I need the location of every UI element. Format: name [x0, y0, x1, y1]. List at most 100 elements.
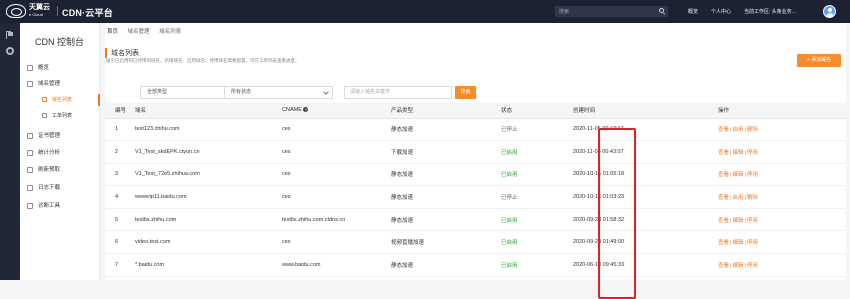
- sidebar-item-statistics[interactable]: 统计分析: [20, 145, 100, 161]
- header-links: 概览 个人中心 当前工作区: 头条业务…: [688, 8, 797, 15]
- row-action-link[interactable]: 编辑: [732, 263, 743, 269]
- row-actions: 查看|编辑|停用: [718, 230, 846, 255]
- table-row: 3 V1_Test_72e5.zhihua.com ces 静态加速 已启用 2020-1…: [105, 163, 846, 187]
- status-select[interactable]: 所有状态: [224, 86, 333, 99]
- domain-name: wwwvip11.baidu.com: [135, 185, 282, 209]
- header-link-workspace[interactable]: 当前工作区: 头条业务…: [744, 8, 797, 15]
- breadcrumb: 首页 域名管理 域名列表: [107, 27, 189, 35]
- download-icon: [27, 185, 33, 191]
- row-action-link[interactable]: 停用: [747, 150, 758, 156]
- add-domain-button[interactable]: + 添加域名: [797, 54, 841, 67]
- column-header-number: 编号: [105, 103, 135, 119]
- row-number: 1: [105, 118, 135, 142]
- row-action-link[interactable]: 启用: [732, 127, 743, 133]
- created-time: 2020-06-19 09:45:33: [573, 253, 718, 277]
- status-badge: 已启用: [501, 230, 573, 255]
- row-action-link[interactable]: 停用: [747, 172, 758, 178]
- flag-icon[interactable]: [6, 31, 13, 39]
- filter-bar: 全部类型 所有状态 请输入域名关键字 搜索: [105, 86, 625, 99]
- created-time: 2020-11-05 00:43:07: [573, 118, 718, 142]
- row-action-link[interactable]: 查看: [718, 240, 729, 246]
- logo-en-text: e Cloud: [29, 12, 43, 17]
- domain-name: testbs.zhihu.com: [135, 208, 282, 232]
- search-placeholder: 搜索: [559, 9, 570, 15]
- created-time: 2020-10-15 01:03:23: [573, 185, 718, 209]
- domain-keyword-input[interactable]: 请输入域名关键字: [344, 86, 452, 99]
- row-action-link[interactable]: 查看: [718, 127, 729, 133]
- row-action-link[interactable]: 停用: [747, 240, 758, 246]
- created-time: 2020-09-24 01:49:00: [573, 230, 718, 255]
- table-header-row: 编号 域名 CNAME ? 产品类型 状态 创建时间 操作: [105, 103, 846, 119]
- header-link-overview[interactable]: 概览: [688, 8, 698, 15]
- breadcrumb-domain-management[interactable]: 域名管理: [128, 29, 150, 35]
- table-row: 7 *.baidu.com www.baidu.com 静态加速 已启用 2020-06-…: [105, 253, 846, 277]
- logo-cn-text: 天翼云: [29, 4, 50, 11]
- help-icon[interactable]: ?: [303, 107, 309, 113]
- status-badge: 已停止: [501, 185, 573, 209]
- sidebar-item-log-download[interactable]: 日志下载: [20, 180, 100, 196]
- row-action-link[interactable]: 查看: [718, 218, 729, 224]
- avatar[interactable]: [823, 5, 836, 18]
- separator: |: [744, 195, 746, 202]
- column-header-domain: 域名: [135, 103, 282, 119]
- row-action-link[interactable]: 查看: [718, 150, 729, 156]
- table-row: 6 video.test.com ces 视频直播加速 已启用 2020-09-24 01…: [105, 230, 846, 255]
- sidebar-item-certificates[interactable]: 证书管理: [20, 128, 100, 144]
- separator: |: [744, 127, 746, 134]
- row-action-link[interactable]: 查看: [718, 263, 729, 269]
- search-icon[interactable]: [659, 8, 664, 13]
- platform-title[interactable]: CDN·云平台: [62, 6, 113, 19]
- global-search-input[interactable]: 搜索: [555, 6, 668, 17]
- row-action-link[interactable]: 查看: [718, 172, 729, 178]
- status-badge: 已启用: [501, 253, 573, 277]
- product-type: 下载加速: [391, 140, 501, 164]
- separator: |: [744, 217, 746, 224]
- product-type: 静态加速: [391, 253, 501, 277]
- row-action-link[interactable]: 查看: [718, 195, 729, 201]
- row-action-link[interactable]: 删除: [747, 127, 758, 133]
- sidebar-item-domain-list[interactable]: 域名列表: [20, 94, 100, 106]
- sidebar-item-overview[interactable]: 概览: [20, 60, 100, 76]
- row-number: 2: [105, 140, 135, 164]
- status-badge: 已启用: [501, 208, 573, 232]
- cname: ces: [282, 163, 391, 187]
- row-action-link[interactable]: 删除: [747, 195, 758, 201]
- row-action-link[interactable]: 编辑: [732, 218, 743, 224]
- top-navigation-bar: 天翼云 e Cloud CDN·云平台 搜索 概览 个人中心 当前工作区: 头条…: [0, 0, 850, 23]
- brand-logo[interactable]: 天翼云 e Cloud: [6, 4, 50, 18]
- console-title: CDN 控制台: [35, 37, 84, 47]
- separator: |: [744, 262, 746, 269]
- product-type: 视频直播加速: [391, 230, 501, 255]
- search-button[interactable]: 搜索: [455, 86, 476, 99]
- sidebar-item-diagnostics[interactable]: 诊断工具: [20, 198, 100, 214]
- domain-name: V1_Test_72e5.zhihua.com: [135, 163, 282, 187]
- separator: |: [744, 172, 746, 179]
- row-number: 4: [105, 185, 135, 209]
- row-action-link[interactable]: 停用: [747, 263, 758, 269]
- sidebar-item-ticket-list[interactable]: 工单列表: [20, 110, 100, 122]
- sidebar-item-refresh-prefetch[interactable]: 刷新预取: [20, 162, 100, 178]
- row-number: 3: [105, 163, 135, 187]
- cname: www.baidu.com: [282, 253, 391, 277]
- row-action-link[interactable]: 编辑: [732, 240, 743, 246]
- product-type: 静态加速: [391, 208, 501, 232]
- overview-icon: [27, 65, 33, 71]
- breadcrumb-home[interactable]: 首页: [107, 29, 118, 35]
- row-action-link[interactable]: 启用: [732, 195, 743, 201]
- column-header-created-time: 创建时间: [573, 103, 718, 119]
- gear-icon[interactable]: [6, 47, 14, 55]
- row-action-link[interactable]: 编辑: [732, 172, 743, 178]
- row-action-link[interactable]: 编辑: [732, 150, 743, 156]
- table-row: 1 test123.zhihu.com ces 静态加速 已停止 2020-11-05 0…: [105, 118, 846, 142]
- created-time: 2020-09-24 01:58:32: [573, 208, 718, 232]
- diagnostic-icon: [27, 203, 33, 209]
- domain-name: test123.zhihu.com: [135, 118, 282, 142]
- separator: |: [744, 240, 746, 247]
- breadcrumb-domain-list: 域名列表: [159, 29, 182, 35]
- table-row: 4 wwwvip11.baidu.com ces 静态加速 已停止 2020-10-15 …: [105, 185, 846, 209]
- column-header-status: 状态: [501, 103, 573, 119]
- sidebar-item-domain-management[interactable]: 域名管理: [20, 76, 100, 92]
- header-link-profile[interactable]: 个人中心: [711, 8, 731, 15]
- certificate-icon: [27, 133, 33, 139]
- row-action-link[interactable]: 停用: [747, 218, 758, 224]
